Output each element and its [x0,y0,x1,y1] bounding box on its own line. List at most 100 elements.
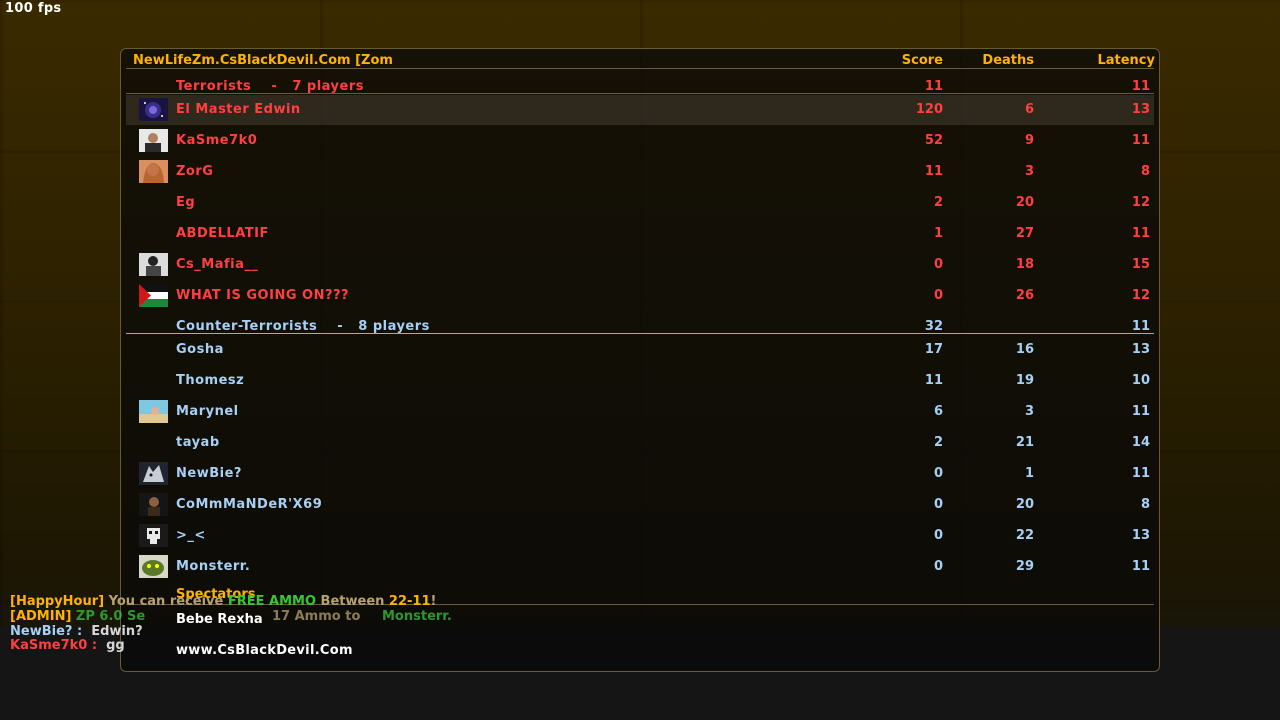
player-latency: 13 [1131,342,1150,357]
player-deaths: 26 [1015,288,1034,303]
chat-highlight: 22-11 [388,594,431,609]
player-deaths: 29 [1015,559,1034,574]
player-name: Eg [176,195,196,210]
player-latency: 11 [1131,226,1150,241]
latency-header: Latency [1097,53,1155,68]
ct-team-header: Counter-Terrorists - 8 players 32 11 [126,317,1154,337]
team-score: 32 [924,319,943,334]
wolf-avatar-icon [139,462,168,485]
player-latency: 11 [1131,559,1150,574]
chat-line: [ADMIN] ZP 6.0 Se 17 Ammo to Monsterr. [10,609,452,624]
player-latency: 8 [1140,497,1150,512]
player-score: 0 [933,528,943,543]
server-name: NewLifeZm.CsBlackDevil.Com [Zom [133,53,393,68]
deaths-header: Deaths [982,53,1034,68]
chat-line: KaSme7k0 : gg [10,638,125,653]
player-latency: 12 [1131,195,1150,210]
player-deaths: 19 [1015,373,1034,388]
player-row[interactable]: Marynel 6 3 11 [126,397,1154,427]
player-name: Gosha [176,342,224,357]
player-score: 52 [924,133,943,148]
team-label: Counter-Terrorists - 8 players [176,319,430,334]
player-name: CoMmMaNDeR'X69 [176,497,323,512]
player-name: ZorG [176,164,214,179]
chat-text: Between [316,594,389,609]
player-row[interactable]: ZorG 11 3 8 [126,157,1154,187]
player-score: 0 [933,497,943,512]
chat-highlight: FREE AMMO [227,594,317,609]
player-score: 1 [933,226,943,241]
player-latency: 10 [1131,373,1150,388]
scoreboard: NewLifeZm.CsBlackDevil.Com [Zom Score De… [120,48,1160,672]
spectator-name[interactable]: Bebe Rexha [176,612,263,627]
team-latency: 11 [1131,79,1150,94]
chat-line: NewBie? : Edwin? [10,624,143,639]
player-row[interactable]: WHAT IS GOING ON??? 0 26 12 [126,281,1154,311]
player-score: 6 [933,404,943,419]
player-name: >_< [176,528,206,543]
player-name: WHAT IS GOING ON??? [176,288,350,303]
player-latency: 15 [1131,257,1150,272]
terrorists-team-header: Terrorists - 7 players 11 11 [126,77,1154,97]
player-deaths: 18 [1015,257,1034,272]
soldier-avatar-icon [139,493,168,516]
player-row[interactable]: NewBie? 0 1 11 [126,459,1154,489]
chat-text: 17 Ammo to [272,609,365,624]
player-row[interactable]: CoMmMaNDeR'X69 0 20 8 [126,490,1154,520]
player-score: 0 [933,559,943,574]
player-row[interactable]: Eg 2 20 12 [126,188,1154,218]
chat-text: You can receive [104,594,228,609]
player-row[interactable]: Cs_Mafia__ 0 18 15 [126,250,1154,280]
player-row[interactable]: ABDELLATIF 1 27 11 [126,219,1154,249]
player-row[interactable]: Thomesz 11 19 10 [126,366,1154,396]
team-score: 11 [924,79,943,94]
player-deaths: 6 [1024,102,1034,117]
player-latency: 8 [1140,164,1150,179]
skull-avatar-icon [139,524,168,547]
player-name: Thomesz [176,373,245,388]
chat-message: gg [97,638,125,653]
chat-tag: [ADMIN] [10,609,72,624]
player-latency: 13 [1131,528,1150,543]
player-name: ABDELLATIF [176,226,269,241]
player-row[interactable]: tayab 2 21 14 [126,428,1154,458]
team-latency: 11 [1131,319,1150,334]
score-header: Score [901,53,943,68]
player-score: 0 [933,288,943,303]
bw-portrait-avatar-icon [139,253,168,276]
player-row[interactable]: El Master Edwin 120 6 13 [126,95,1154,125]
player-name: El Master Edwin [176,102,301,117]
team-label: Terrorists - 7 players [176,79,364,94]
chat-sender: NewBie? : [10,624,83,639]
chat-text: ! [430,594,437,609]
player-name: Marynel [176,404,239,419]
monster-avatar-icon [139,555,168,578]
player-score: 2 [933,195,943,210]
chat-tag: [HappyHour] [10,594,105,609]
player-row[interactable]: KaSme7k0 52 9 11 [126,126,1154,156]
player-name: KaSme7k0 [176,133,258,148]
player-deaths: 20 [1015,195,1034,210]
player-deaths: 3 [1024,164,1034,179]
player-name: Cs_Mafia__ [176,257,259,272]
chat-message: Edwin? [82,624,143,639]
player-latency: 14 [1131,435,1150,450]
player-latency: 13 [1131,102,1150,117]
player-latency: 11 [1131,133,1150,148]
beach-avatar-icon [139,400,168,423]
player-deaths: 20 [1015,497,1034,512]
galaxy-avatar-icon [139,98,168,121]
player-deaths: 16 [1015,342,1034,357]
player-score: 0 [933,257,943,272]
player-row[interactable]: >_< 0 22 13 [126,521,1154,551]
player-score: 0 [933,466,943,481]
ct-divider [126,333,1154,334]
player-row[interactable]: Monsterr. 0 29 11 [126,552,1154,582]
player-deaths: 27 [1015,226,1034,241]
player-row[interactable]: Gosha 17 16 13 [126,335,1154,365]
fps-counter: 100 fps [5,1,62,16]
player-name: NewBie? [176,466,242,481]
player-deaths: 22 [1015,528,1034,543]
player-deaths: 9 [1024,133,1034,148]
flag-avatar-icon [139,284,168,307]
